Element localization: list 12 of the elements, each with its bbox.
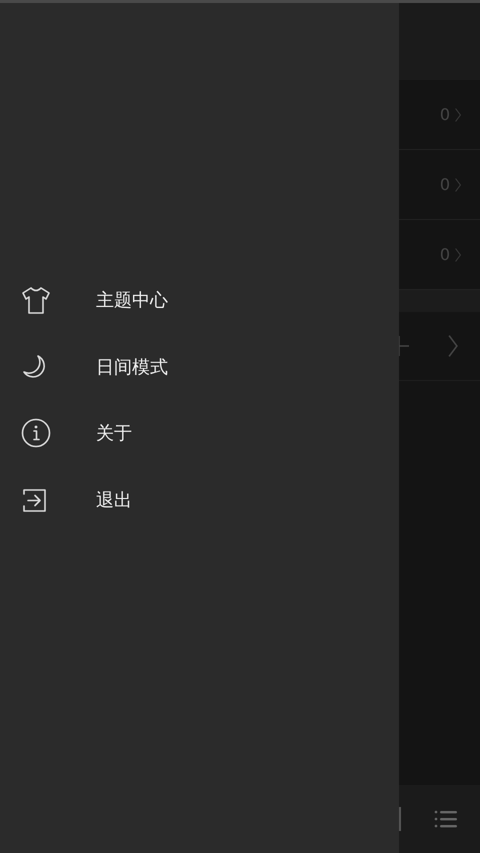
- info-icon: [21, 418, 51, 448]
- menu-item[interactable]: 主题中心: [0, 267, 399, 334]
- chevron-icon: [454, 106, 462, 122]
- menu-item[interactable]: 日间模式: [0, 334, 399, 400]
- plus-icon: [399, 334, 411, 358]
- list-icon[interactable]: [434, 809, 458, 829]
- menu-item[interactable]: 退出: [0, 466, 399, 533]
- menu-item[interactable]: 关于: [0, 400, 399, 466]
- chevron-icon: [446, 333, 460, 359]
- chevron-icon: [454, 246, 462, 262]
- shirt-icon: [21, 285, 51, 316]
- chevron-icon: [454, 176, 462, 192]
